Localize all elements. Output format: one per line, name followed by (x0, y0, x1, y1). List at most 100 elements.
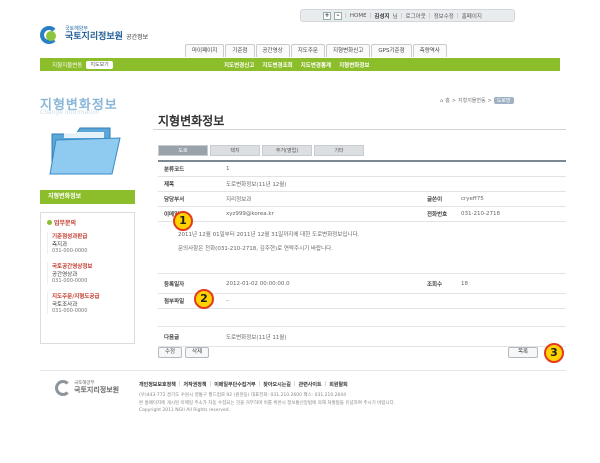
breadcrumb-current: 도로망 (493, 97, 514, 104)
content-tabs: 도로 택지 주거(영업) 기타 (158, 145, 364, 156)
footer-address-line: (우)443-772 경기도 수원시 영통구 월드컵로 92 (원천동) 대표전… (139, 393, 347, 398)
chevron-right-icon: > (451, 97, 456, 104)
footer-link-related-sites[interactable]: 관련사이트 (299, 381, 322, 388)
tab-other[interactable]: 기타 (314, 145, 364, 156)
zoom-out-button[interactable]: – (334, 11, 342, 20)
divider: | (345, 12, 347, 19)
edit-info-link[interactable]: 정보수정 (434, 12, 454, 20)
contact-phone: 031-000-0000 (52, 278, 88, 284)
field-value: 031-210-2718 (461, 211, 500, 217)
annotation-marker-2: 2 (194, 289, 214, 309)
sub-nav-bar: 지형지물변동 지도보기 지도변경신고 지도변경조회 지도변경통계 지형변화정보 (40, 58, 560, 71)
logo-org: 국토지리정보원 공간정보 (65, 31, 149, 42)
tab-land[interactable]: 택지 (210, 145, 260, 156)
table-row: 담당부서 지리정보과 글쓴이 cryeff75 (158, 192, 566, 207)
divider: | (324, 381, 327, 387)
field-label: 전화번호 (427, 212, 448, 218)
map-view-button[interactable]: 지도보기 (86, 60, 113, 69)
logout-link[interactable]: 로그아웃 (406, 12, 426, 20)
tab-road[interactable]: 도로 (158, 145, 208, 156)
footer-logo-icon (55, 380, 71, 396)
contact-heading: 업무문의 (47, 218, 128, 227)
body-text-line: 문의사항은 전화(031-210-2718, 김주현)로 연락주시기 바랍니다. (178, 246, 333, 253)
field-label: 담당부서 (164, 197, 185, 203)
delete-button[interactable]: 삭제 (185, 347, 209, 358)
footer-notice-line: 본 홈페이지에 게시된 이메일 주소가 자동 수집되는 것을 거부하며 이를 위… (139, 400, 396, 406)
nav-tab-map-order[interactable]: 지도주문 (290, 44, 325, 57)
home-icon[interactable]: ⌂ (440, 98, 443, 104)
contact-title: 지도주문/지형도공급 (52, 294, 100, 300)
footer-link-copyright[interactable]: 저작권정책 (184, 381, 207, 388)
field-value: 2012-01-02 00:00:00.0 (226, 280, 290, 287)
footer-link-privacy[interactable]: 개인정보보호정책 (139, 381, 176, 388)
subnav-map-change-report[interactable]: 지도변경신고 (224, 61, 254, 69)
nav-tab-benchmark[interactable]: 기준점 (225, 44, 255, 57)
body-text-line: 2011년 12월 01일부터 2011년 12월 31일까지에 대한 도로변화… (178, 232, 360, 238)
subnav-map-change-stats[interactable]: 지도변경통계 (301, 61, 331, 69)
field-label: 등록일자 (164, 281, 185, 288)
breadcrumb-parent[interactable]: 지형지물변동 (458, 97, 486, 104)
footer-link-email-policy[interactable]: 이메일무단수집거부 (214, 381, 255, 388)
divider: | (369, 12, 372, 19)
subnav-map-change-search[interactable]: 지도변경조회 (262, 61, 292, 69)
tab-residential[interactable]: 주거(영업) (262, 145, 312, 156)
contact-dept: 공간영상과 (52, 272, 78, 278)
contact-box: 업무문의 기준점성과판급 측지과 031-000-0000 국토공간영상정보 공… (40, 212, 135, 344)
contact-title: 기준점성과판급 (52, 234, 88, 240)
footer-copyright: Copyright 2011 NGII All Rights reserved. (139, 408, 231, 414)
nav-tab-mypage[interactable]: 마이페이지 (185, 44, 225, 57)
table-row: 다음글 도로변화정보(11년 11월) (158, 327, 566, 347)
divider: | (209, 381, 212, 387)
field-label: 조회수 (427, 281, 443, 288)
zoom-in-button[interactable]: + (323, 11, 331, 20)
email-value[interactable]: xyz999@korea.kr (226, 211, 427, 217)
next-post-link[interactable]: 도로변화정보(11년 11월) (226, 333, 566, 341)
divider: | (456, 12, 459, 19)
field-label: 글쓴이 (427, 197, 443, 203)
site-logo[interactable]: 국토해양부 국토지리정보원 공간정보 (40, 24, 148, 46)
user-suffix: 님 (392, 13, 398, 20)
field-label: 첨부파일 (164, 299, 185, 305)
contact-entry: 국토공간영상정보 공간영상과 031-000-0000 (47, 262, 128, 284)
field-label: 다음글 (164, 334, 180, 341)
footer-logo: 국토해양부 국토지리정보원 (55, 380, 119, 396)
attachment-value[interactable]: – (226, 298, 566, 304)
nav-tab-imagery[interactable]: 공간영상 (255, 44, 290, 57)
divider: | (293, 381, 296, 387)
field-value: 도로변화정보(11년 12월) (226, 182, 287, 188)
list-button[interactable]: 목록 (508, 347, 538, 358)
sidebar-section-heading[interactable]: 지형변화정보 (40, 190, 135, 204)
nav-tab-terrain-report[interactable]: 지형변화신고 (326, 44, 371, 57)
footer-address: (우)443-772 경기도 수원시 영통구 월드컵로 92 (원천동) 대표전… (139, 392, 395, 415)
footer-link-withdraw[interactable]: 회원탈퇴 (329, 381, 347, 388)
table-row: 등록일자 2012-01-02 00:00:00.0 조회수 18 (158, 274, 566, 294)
footer-links: 개인정보보호정책 | 저작권정책 | 이메일무단수집거부 | 찾아오시는길 | … (139, 381, 348, 388)
divider (40, 370, 566, 371)
nav-tab-history[interactable]: 측량역사 (412, 44, 447, 57)
detail-table: 분류코드 1 제목 도로변화정보(11년 12월) 담당부서 지리정보과 글쓴이… (158, 160, 566, 347)
post-body: 2011년 12월 01일부터 2011년 12월 31일까지에 대한 도로변화… (158, 222, 566, 274)
divider: | (428, 12, 431, 19)
breadcrumb-home[interactable]: 홈 (445, 97, 450, 104)
homepage-link[interactable]: 홈페이지 (462, 12, 482, 20)
table-row: 첨부파일 – (158, 294, 566, 309)
home-link[interactable]: HOME (350, 13, 367, 19)
contact-dept: 측지과 (52, 242, 68, 248)
field-label: 분류코드 (164, 167, 185, 173)
footer-link-directions[interactable]: 찾아오시는길 (263, 381, 291, 388)
nav-tab-gps[interactable]: GPS기준점 (371, 44, 412, 57)
page-title: 지형변화정보 (158, 114, 225, 128)
edit-button[interactable]: 수정 (158, 347, 182, 358)
main-nav: 마이페이지 기준점 공간영상 지도주문 지형변화신고 GPS기준점 측량역사 (185, 44, 447, 57)
divider: | (258, 381, 261, 387)
logo-mark-icon (40, 24, 62, 46)
contact-entry: 기준점성과판급 측지과 031-000-0000 (47, 232, 128, 254)
contact-entry: 지도주문/지형도공급 국토조사과 031-000-0000 (47, 292, 128, 314)
bullet-icon (47, 220, 52, 225)
user-name: 김성지 (374, 13, 390, 20)
breadcrumb: ⌂ 홈 > 지형지물변동 > 도로망 (440, 97, 514, 104)
spacer (158, 309, 566, 327)
sidebar-subtitle: Change Information (40, 109, 100, 116)
subnav-terrain-change-info[interactable]: 지형변화정보 (339, 61, 369, 69)
table-row: 이메일 xyz999@korea.kr 전화번호 031-210-2718 (158, 207, 566, 222)
